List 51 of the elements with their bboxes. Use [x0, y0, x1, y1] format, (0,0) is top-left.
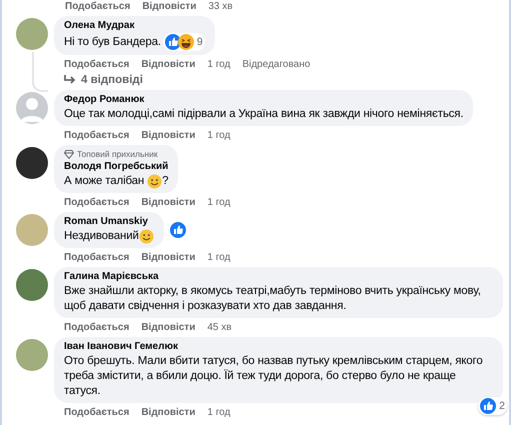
like-link[interactable]: Подобається: [64, 406, 130, 418]
reply-link[interactable]: Відповісти: [141, 130, 196, 140]
like-reaction-icon: [164, 34, 181, 50]
comment-text: Ні то був Бандера.: [64, 34, 161, 50]
view-replies-link[interactable]: 4 відповіді: [81, 74, 143, 86]
like-link[interactable]: Подобається: [65, 0, 130, 12]
author-name[interactable]: Іван Іванович Гемелюк: [64, 341, 493, 353]
default-avatar[interactable]: [16, 92, 48, 124]
top-fan-label: Топовий прихильник: [77, 149, 158, 159]
comment-time[interactable]: 33 хв: [208, 0, 233, 12]
reply-link[interactable]: Відповісти: [141, 322, 196, 332]
laughing-reaction-icon: [178, 34, 194, 50]
like-link[interactable]: Подобається: [64, 322, 130, 332]
comment-time[interactable]: 1 год: [207, 58, 230, 70]
author-name[interactable]: Володя Погребський: [64, 161, 168, 173]
comment-text: А може талібан: [64, 174, 146, 189]
like-link[interactable]: Подобається: [64, 130, 130, 140]
author-name[interactable]: Федор Романюк: [64, 94, 464, 106]
reply-link[interactable]: Відповісти: [141, 406, 196, 418]
like-reaction-icon: [170, 222, 186, 238]
reaction-summary[interactable]: [168, 221, 185, 239]
author-name[interactable]: Roman Umanskiy: [64, 216, 154, 228]
smiling-emoji-icon: [138, 229, 154, 244]
author-name[interactable]: Галина Марієвська: [64, 271, 493, 283]
edited-label: Відредаговано: [242, 58, 310, 70]
avatar-photo-placeholder[interactable]: [16, 147, 48, 179]
like-link[interactable]: Подобається: [64, 58, 130, 70]
reaction-summary[interactable]: 2: [478, 397, 507, 415]
like-link[interactable]: Подобається: [64, 196, 130, 208]
diamond-icon: [64, 150, 74, 158]
comment-text: Нездивований: [64, 229, 139, 244]
author-name[interactable]: Олена Мудрак: [64, 20, 205, 32]
smiling-emoji-icon: [147, 174, 162, 189]
thread-line: [32, 52, 48, 92]
comment-text: Вже знайшли акторку, в якомусь театрі,мабуть терміново вчить українську мову, щоб давати свідчення і розказувати хто дав завдання.: [64, 284, 482, 314]
like-reaction-icon: [480, 398, 496, 414]
comment-text: Ото брешуть. Мали вбити татуся, бо назвав путьку кремлівським старцем, якого треба змістити, а вбили доцю. Їй теж туди дорога, бо стерво було не краще татуся.: [64, 354, 484, 399]
reply-link[interactable]: Відповісти: [141, 58, 196, 70]
reply-link[interactable]: Відповісти: [142, 0, 196, 12]
comment-time[interactable]: 45 хв: [207, 322, 232, 332]
comment-time[interactable]: 1 год: [207, 406, 230, 418]
like-link[interactable]: Подобається: [64, 252, 130, 262]
comment-text: ?: [162, 174, 168, 189]
reaction-summary[interactable]: 9: [162, 33, 205, 51]
comment-time[interactable]: 1 год: [207, 130, 230, 140]
reply-link[interactable]: Відповісти: [141, 252, 196, 262]
reply-link[interactable]: Відповісти: [141, 196, 196, 208]
comment-text: Оце так молодці,самі підірвали а Україна вина як завжди нічого неміняється.: [64, 107, 464, 122]
comment-time[interactable]: 1 год: [207, 252, 230, 262]
reply-arrow-icon: [64, 74, 76, 86]
comment-time[interactable]: 1 год: [207, 196, 230, 208]
